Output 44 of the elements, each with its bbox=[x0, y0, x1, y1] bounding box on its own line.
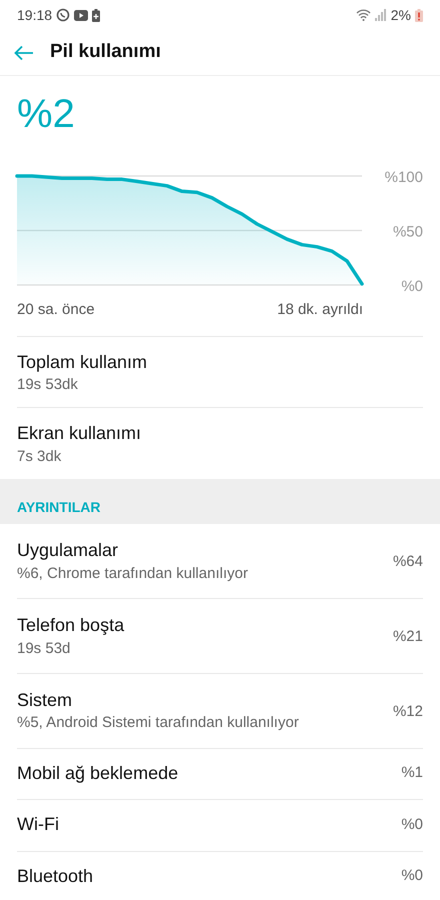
y-axis-label: %50 bbox=[392, 224, 423, 240]
row-title: Telefon boşta bbox=[17, 614, 124, 638]
page-title: Pil kullanımı bbox=[50, 40, 161, 64]
signal-icon bbox=[374, 9, 387, 21]
row-title: Wi-Fi bbox=[17, 813, 59, 836]
battery-percent: 2% bbox=[390, 6, 411, 24]
usage-percent: %0 bbox=[401, 866, 423, 886]
x-axis-label: 20 sa. önce bbox=[17, 300, 95, 320]
row-subtitle: %5, Android Sistemi tarafından kullanılıyor bbox=[17, 713, 299, 734]
y-axis-label: %0 bbox=[401, 278, 423, 295]
chat-icon bbox=[56, 8, 70, 22]
row-title: Mobil ağ beklemede bbox=[17, 762, 178, 785]
usage-percent: %21 bbox=[392, 626, 423, 647]
usage-percent: %1 bbox=[401, 763, 423, 784]
battery-level: %2 bbox=[16, 91, 76, 134]
usage-percent: %12 bbox=[392, 702, 423, 722]
detail-row[interactable]: Telefon boşta 19s 53d %21 bbox=[17, 599, 423, 674]
detail-row[interactable]: Wi-Fi %0 bbox=[17, 800, 423, 852]
row-subtitle: %6, Chrome tarafından kullanılıyor bbox=[17, 564, 248, 584]
play-icon bbox=[74, 10, 88, 20]
usage-percent: %0 bbox=[401, 814, 423, 835]
section-header: AYRINTILAR bbox=[0, 479, 440, 524]
battery-low-icon bbox=[415, 8, 423, 22]
row-title: Toplam kullanım bbox=[17, 350, 148, 374]
row-title: Ekran kullanımı bbox=[17, 422, 142, 446]
back-arrow-icon[interactable] bbox=[14, 44, 34, 60]
row-subtitle: 19s 53d bbox=[17, 638, 72, 659]
status-time: 19:18 bbox=[17, 6, 52, 24]
detail-row[interactable]: Bluetooth %0 bbox=[17, 852, 423, 900]
detail-row[interactable]: Sistem %5, Android Sistemi tarafından kullanılıyor %12 bbox=[17, 674, 423, 749]
x-axis-label: 18 dk. ayrıldı bbox=[277, 300, 363, 320]
summary-row[interactable]: Toplam kullanım 19s 53dk bbox=[17, 336, 423, 408]
y-axis-label: %100 bbox=[384, 169, 423, 186]
detail-row[interactable]: Mobil ağ beklemede %1 bbox=[17, 748, 423, 800]
summary-row[interactable]: Ekran kullanımı 7s 3dk bbox=[17, 408, 423, 480]
detail-row[interactable]: Uygulamalar %6, Chrome tarafından kullanılıyor %64 bbox=[17, 524, 423, 600]
row-title: Uygulamalar bbox=[17, 539, 120, 562]
row-subtitle: 7s 3dk bbox=[17, 446, 62, 467]
row-title: Bluetooth bbox=[17, 864, 94, 888]
row-subtitle: 19s 53dk bbox=[17, 374, 79, 395]
row-title: Sistem bbox=[17, 689, 74, 712]
wifi-icon bbox=[356, 9, 371, 21]
usage-percent: %64 bbox=[392, 552, 423, 572]
battery-icon bbox=[92, 8, 100, 22]
